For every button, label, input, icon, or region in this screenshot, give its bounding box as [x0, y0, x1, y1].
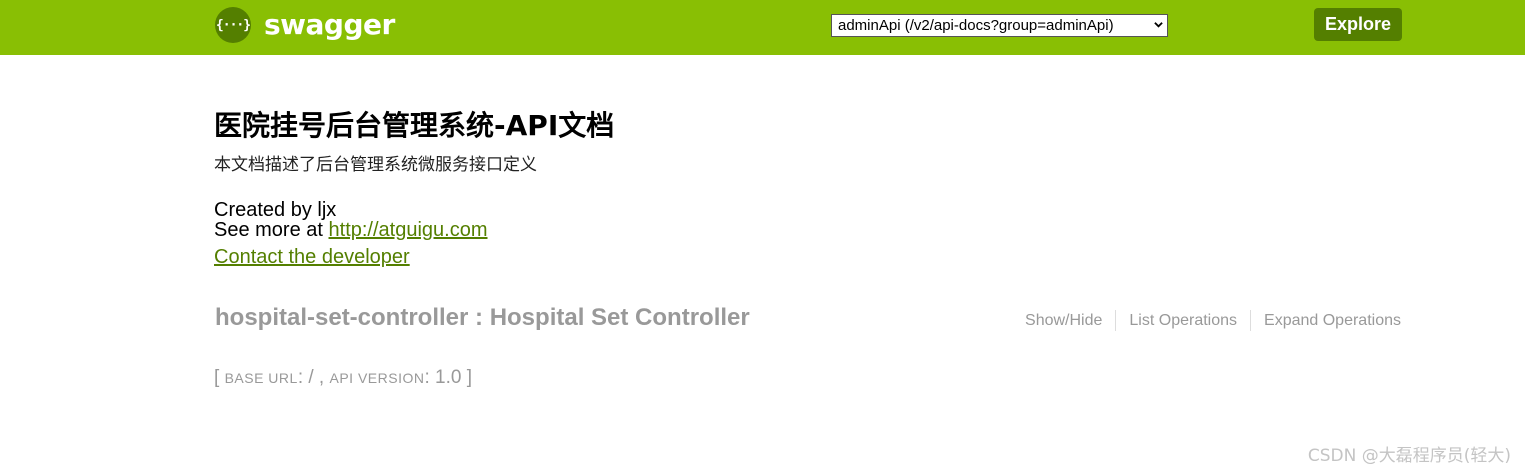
see-more-line: See more at http://atguigu.com — [214, 220, 488, 241]
list-operations-link[interactable]: List Operations — [1116, 311, 1250, 331]
page-title: 医院挂号后台管理系统-API文档 — [214, 109, 615, 142]
swagger-logo[interactable]: {···} swagger — [215, 7, 395, 43]
api-group-select-value: adminApi (/v2/api-docs?group=adminApi) — [838, 17, 1114, 34]
open-bracket: [ — [214, 367, 220, 388]
top-header: {···} swagger adminApi (/v2/api-docs?gro… — [0, 0, 1525, 55]
api-version-label: api version — [329, 370, 425, 386]
base-url-label: base url — [224, 370, 298, 386]
resource-title[interactable]: hospital-set-controller : Hospital Set C… — [215, 304, 750, 332]
see-more-prefix: See more at — [214, 219, 329, 241]
base-url-info: [ base url: / , api version: 1.0 ] — [214, 367, 472, 389]
resource-operations: Show/Hide List Operations Expand Operati… — [1012, 310, 1401, 331]
show-hide-link[interactable]: Show/Hide — [1012, 311, 1115, 331]
close-bracket: ] — [466, 367, 472, 388]
api-group-select[interactable]: adminApi (/v2/api-docs?group=adminApi) — [831, 14, 1168, 37]
swagger-logo-icon: {···} — [215, 7, 251, 43]
website-link[interactable]: http://atguigu.com — [329, 219, 488, 241]
contact-developer-link[interactable]: Contact the developer — [214, 246, 410, 268]
contact-line: Contact the developer — [214, 246, 410, 268]
swagger-logo-text: swagger — [264, 8, 395, 41]
watermark: CSDN @大磊程序员(轻大) — [1307, 446, 1511, 466]
chevron-down-icon — [1154, 22, 1163, 28]
expand-operations-link[interactable]: Expand Operations — [1251, 311, 1401, 331]
created-by-text: Created by ljx — [214, 199, 337, 221]
explore-button[interactable]: Explore — [1314, 8, 1402, 41]
page-description: 本文档描述了后台管理系统微服务接口定义 — [214, 155, 537, 175]
api-version-value: : 1.0 — [424, 367, 467, 388]
base-url-value: : / , — [297, 367, 330, 388]
